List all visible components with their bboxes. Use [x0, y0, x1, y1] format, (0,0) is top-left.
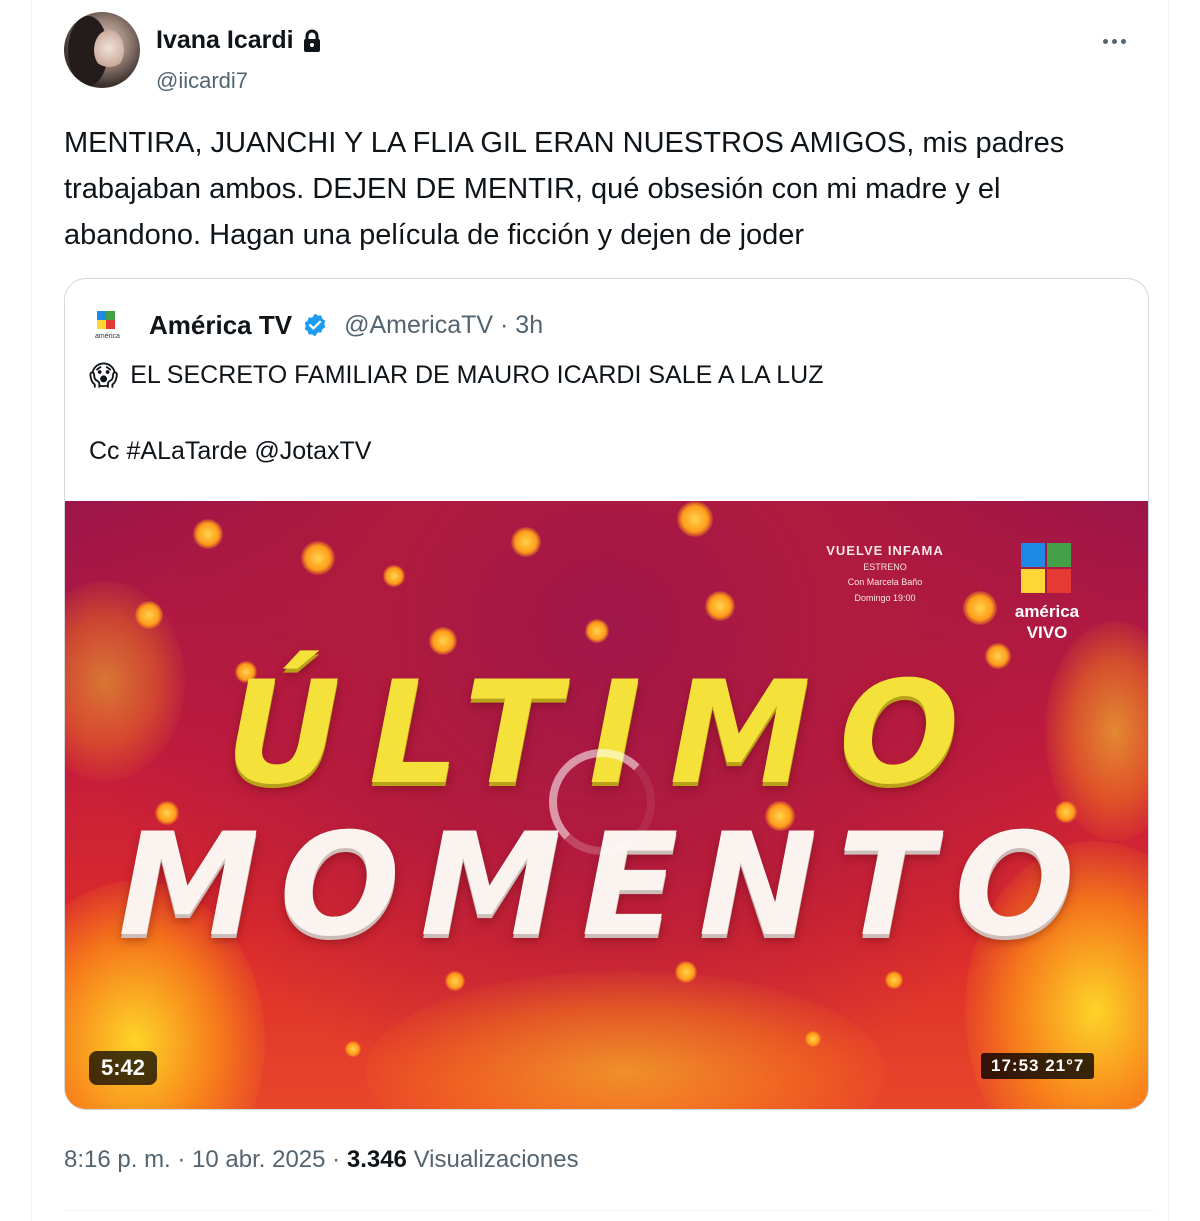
logo-square-red: [106, 320, 115, 329]
broadcast-clock: 17:53 21°7: [981, 1053, 1095, 1079]
tweet-metadata: 8:16 p. m. · 10 abr. 2025 · 3.346 Visual…: [64, 1146, 579, 1174]
channel-brand: américa VIVO: [1007, 601, 1087, 643]
timeline-border-right: [1168, 0, 1169, 1221]
bottom-divider: [64, 1210, 1154, 1211]
spark-decoration: [585, 619, 609, 643]
quoted-headline: EL SECRETO FAMILIAR DE MAURO ICARDI SALE…: [130, 361, 824, 389]
tweet-text: MENTIRA, JUANCHI Y LA FLIA GIL ERAN NUES…: [64, 127, 1065, 251]
logo-square-red: [1047, 569, 1071, 593]
spark-decoration: [805, 1031, 821, 1047]
quoted-text-line1: 😱 EL SECRETO FAMILIAR DE MAURO ICARDI SA…: [89, 359, 823, 392]
scream-emoji-icon: 😱: [89, 360, 119, 391]
brand-live: VIVO: [1026, 623, 1068, 642]
promo-line2: Domingo 19:00: [854, 593, 916, 603]
spark-decoration: [345, 1041, 361, 1057]
spark-decoration: [677, 501, 713, 537]
spark-decoration: [135, 601, 163, 629]
video-duration-badge: 5:42: [89, 1051, 158, 1085]
spark-decoration: [193, 519, 223, 549]
more-dot-icon: [1111, 38, 1117, 44]
spark-decoration: [705, 591, 735, 621]
more-dot-icon: [1120, 38, 1126, 44]
loading-spinner-icon: [549, 749, 655, 855]
spark-decoration: [885, 971, 903, 989]
spark-decoration: [963, 591, 997, 625]
spark-decoration: [301, 541, 335, 575]
promo-title: VUELVE INFAMA: [826, 543, 944, 558]
avatar-logo-label: américa: [95, 333, 120, 340]
avatar-face: [94, 30, 124, 70]
america-logo-icon: [1021, 543, 1071, 593]
spark-decoration: [445, 971, 465, 991]
quoted-text-line2: Cc #ALaTarde @JotaxTV: [89, 437, 372, 465]
author-display-name[interactable]: Ivana Icardi: [156, 26, 294, 55]
lock-icon: [302, 29, 322, 53]
logo-square-yellow: [1021, 569, 1045, 593]
more-options-button[interactable]: [1094, 26, 1134, 56]
spark-decoration: [383, 565, 405, 587]
promo-subtitle: ESTRENO: [863, 562, 907, 572]
author-name-row: Ivana Icardi: [156, 26, 322, 55]
views-count[interactable]: 3.346: [347, 1146, 407, 1173]
video-player[interactable]: VUELVE INFAMA ESTRENO Con Marcela Baño D…: [65, 501, 1148, 1109]
america-tv-avatar[interactable]: américa: [89, 303, 133, 347]
spark-decoration: [511, 527, 541, 557]
tweet-timestamp[interactable]: 8:16 p. m. · 10 abr. 2025 ·: [64, 1146, 347, 1173]
logo-square-blue: [1021, 543, 1045, 567]
quoted-author-name[interactable]: América TV: [149, 310, 292, 341]
more-dot-icon: [1102, 38, 1108, 44]
brand-name: américa: [1014, 602, 1080, 621]
verified-badge-icon: [302, 312, 328, 338]
views-label: Visualizaciones: [406, 1146, 579, 1173]
logo-square-blue: [97, 311, 106, 320]
quoted-tweet-header: américa América TV @AmericaTV · 3h: [89, 305, 543, 345]
quoted-tweet-card[interactable]: américa América TV @AmericaTV · 3h 😱 EL …: [64, 278, 1149, 1110]
quoted-handle-time[interactable]: @AmericaTV · 3h: [344, 311, 543, 340]
timeline-border-left: [31, 0, 32, 1221]
logo-square-green: [1047, 543, 1071, 567]
promo-overlay: VUELVE INFAMA ESTRENO Con Marcela Baño D…: [805, 543, 965, 604]
tweet-header: Ivana Icardi @iicardi7: [64, 12, 1154, 94]
avatar[interactable]: [64, 12, 140, 88]
promo-line1: Con Marcela Baño: [847, 577, 923, 587]
logo-square-yellow: [97, 320, 106, 329]
author-handle[interactable]: @iicardi7: [156, 68, 248, 94]
logo-square-green: [106, 311, 115, 320]
